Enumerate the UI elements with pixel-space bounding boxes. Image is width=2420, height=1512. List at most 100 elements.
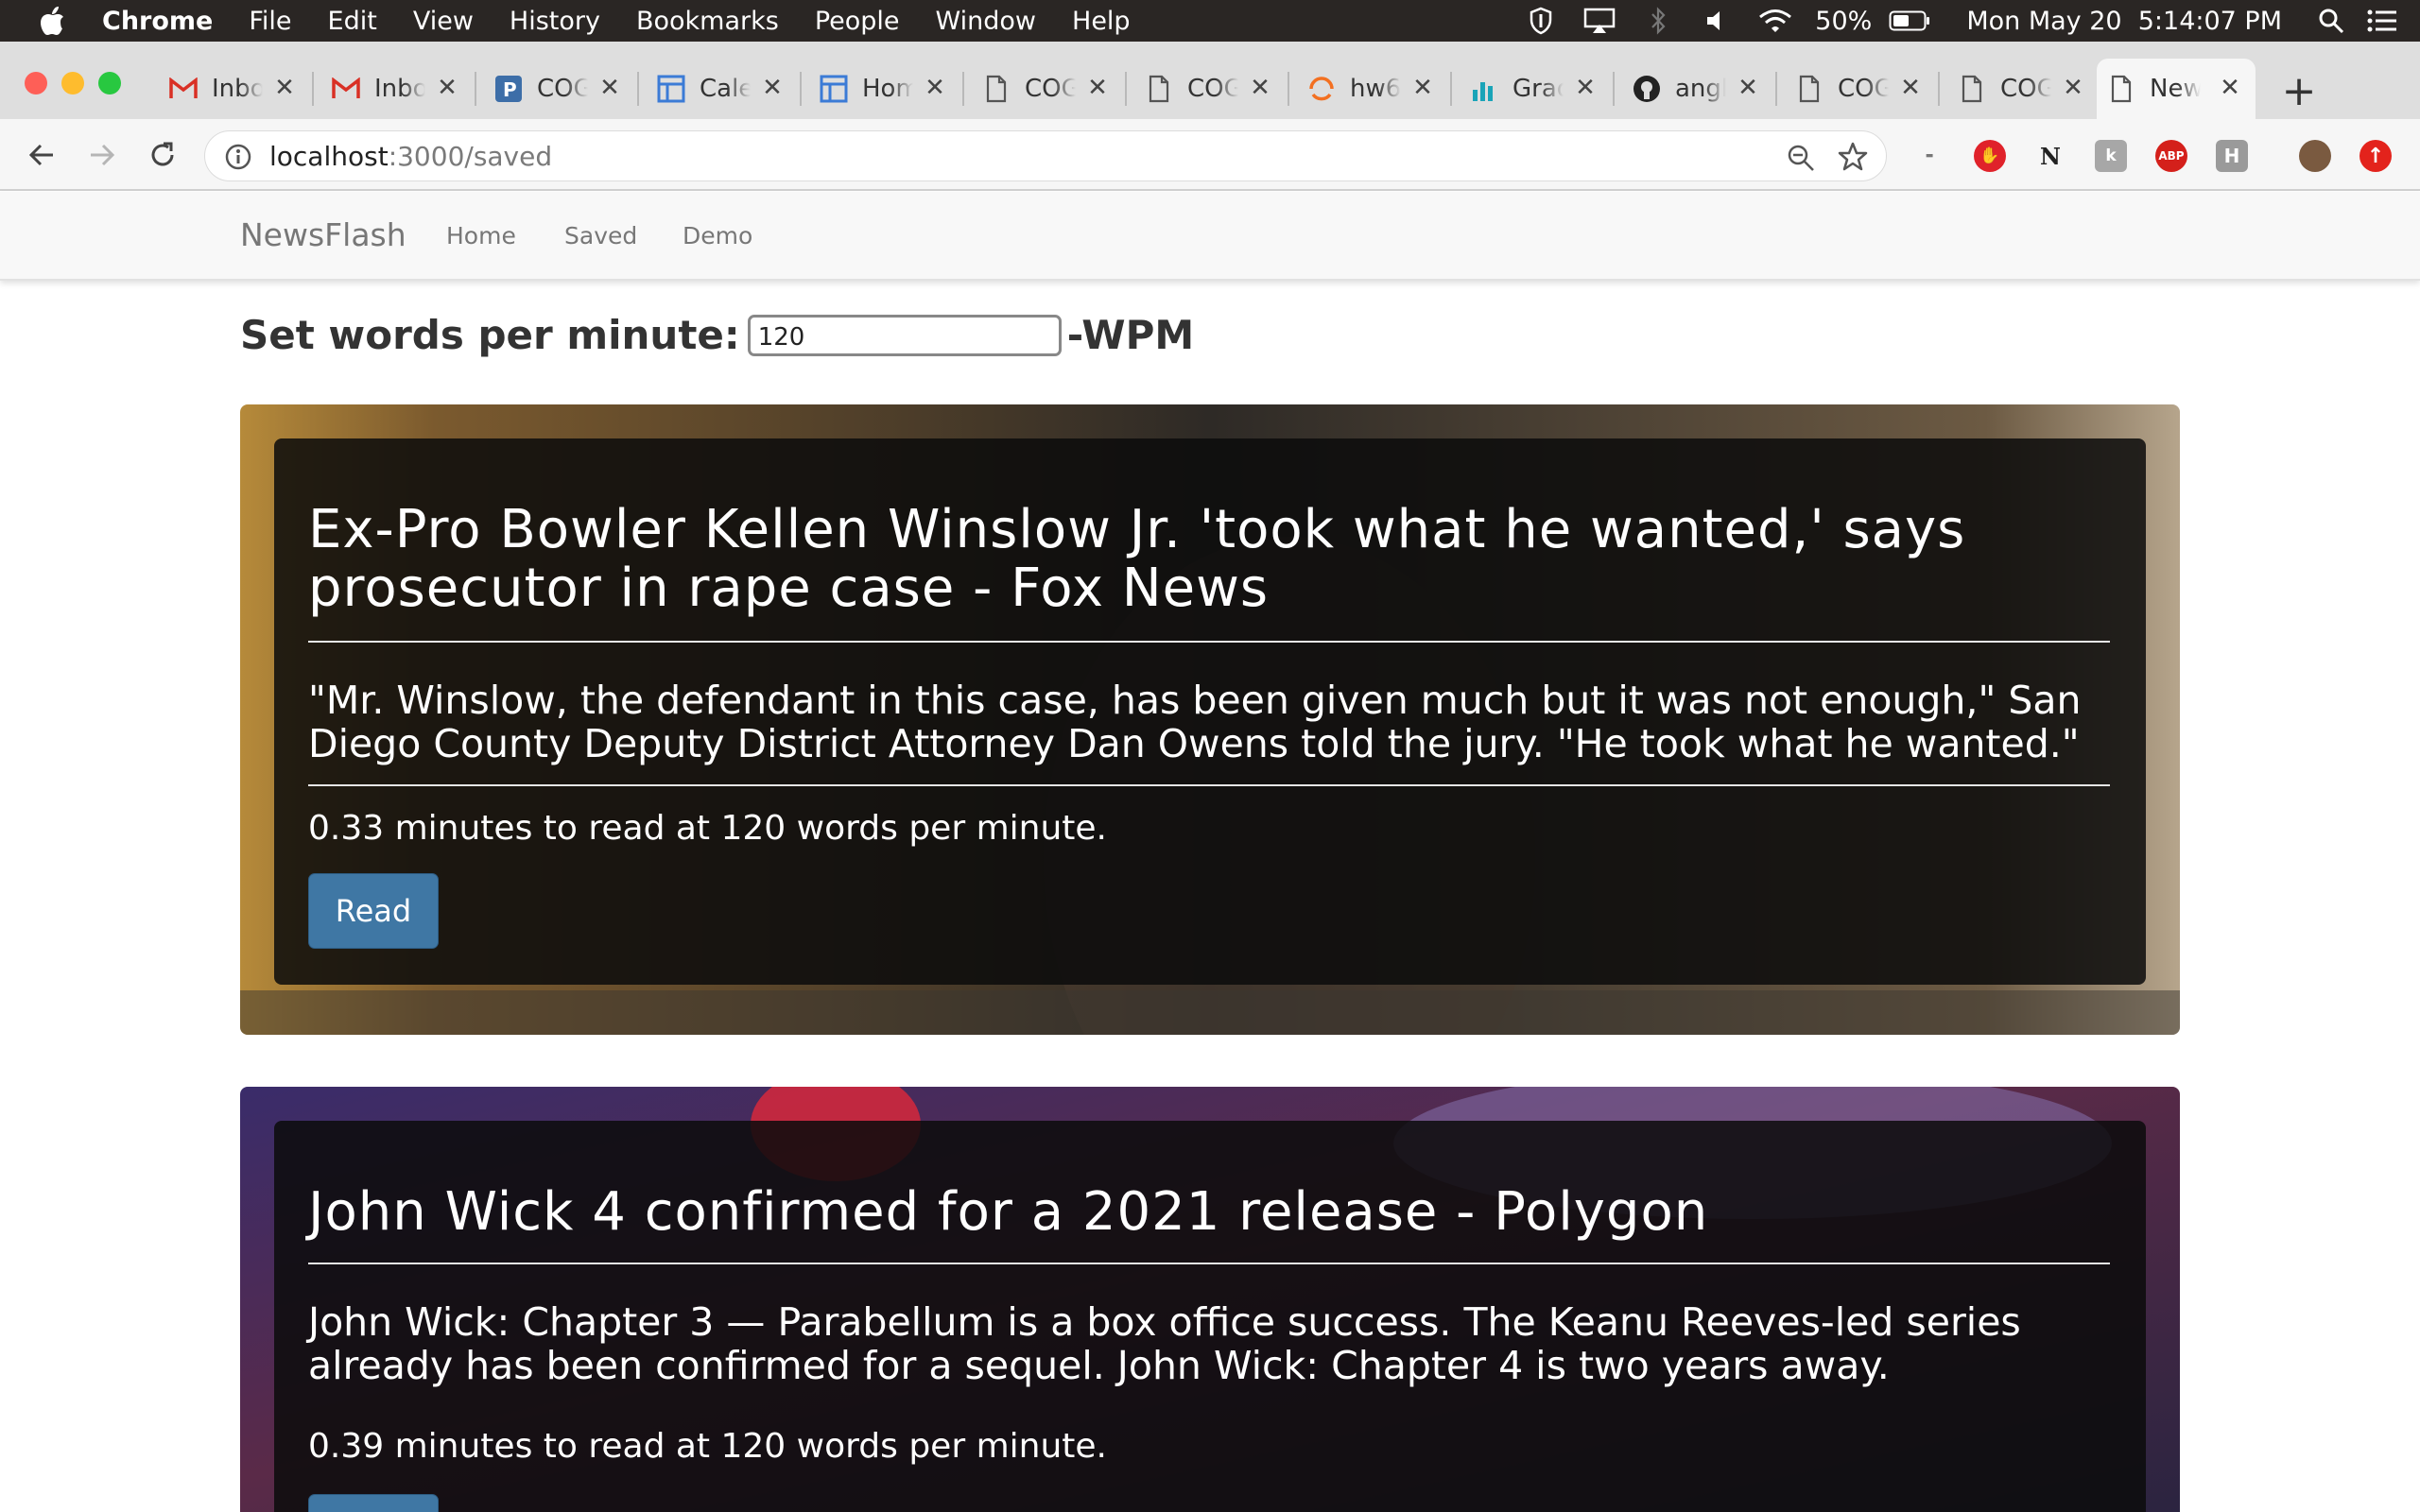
tab-inbox-1[interactable]: Inbox ✕ [159, 59, 310, 119]
nav-demo-link[interactable]: Demo [683, 222, 752, 249]
extension-h-icon[interactable]: H [2216, 140, 2248, 172]
apple-icon[interactable] [36, 6, 68, 36]
tab-github[interactable]: angl ✕ [1622, 59, 1773, 119]
bluetooth-icon[interactable] [1639, 0, 1677, 42]
divider [308, 641, 2110, 643]
tab-title: Calendar [700, 75, 751, 103]
url-host: localhost [269, 141, 389, 172]
tab-title: COG [537, 75, 588, 103]
wpm-setting: Set words per minute: -WPM [240, 312, 1194, 358]
forward-button[interactable] [81, 134, 123, 176]
clock[interactable]: Mon May 20 5:14:07 PM [1966, 7, 2282, 36]
window-close-button[interactable] [25, 72, 47, 94]
tab-cog-p[interactable]: P COG ✕ [484, 59, 635, 119]
update-arrow-icon[interactable]: ↑ [2360, 140, 2392, 172]
spotlight-search-icon[interactable] [2312, 0, 2350, 42]
tab-inbox-2[interactable]: Inbox ✕ [321, 59, 473, 119]
read-button[interactable]: Read [308, 1494, 439, 1512]
adblock-plus-icon[interactable]: ABP [2155, 140, 2187, 172]
nav-home-link[interactable]: Home [446, 222, 516, 249]
tab-home[interactable]: Home ✕ [809, 59, 960, 119]
wpm-label: Set words per minute: [240, 312, 740, 358]
menu-app-name[interactable]: Chrome [102, 7, 213, 36]
article-card: Ex-Pro Bowler Kellen Winslow Jr. 'took w… [240, 404, 2180, 1035]
menu-edit[interactable]: Edit [328, 7, 377, 36]
info-icon[interactable] [224, 143, 252, 171]
tab-title: Inbox [212, 75, 263, 103]
browser-toolbar: localhost:3000/saved ▬ ✋ N k ABP H ↑ [0, 119, 2420, 191]
document-icon [1794, 74, 1824, 104]
article-overlay: John Wick 4 confirmed for a 2021 release… [274, 1121, 2146, 1512]
wifi-icon[interactable] [1756, 0, 1794, 42]
gmail-icon [168, 74, 199, 104]
close-icon[interactable]: ✕ [1085, 74, 1110, 102]
tab-cog-doc-1[interactable]: COG ✕ [972, 59, 1123, 119]
read-button[interactable]: Read [308, 873, 439, 949]
menu-help[interactable]: Help [1072, 7, 1131, 36]
tab-calendar[interactable]: Calendar ✕ [647, 59, 798, 119]
document-icon [1957, 74, 1987, 104]
close-icon[interactable]: ✕ [1736, 74, 1760, 102]
article-description: "Mr. Winslow, the defendant in this case… [308, 678, 2082, 766]
menu-bookmarks[interactable]: Bookmarks [636, 7, 779, 36]
back-button[interactable] [21, 134, 62, 176]
close-icon[interactable]: ✕ [1573, 74, 1598, 102]
brand-logo[interactable]: NewsFlash [240, 216, 406, 253]
close-icon[interactable]: ✕ [2218, 74, 2242, 102]
url-text[interactable]: localhost:3000/saved [269, 141, 552, 172]
tab-grade[interactable]: Grade ✕ [1460, 59, 1611, 119]
close-icon[interactable]: ✕ [1410, 74, 1435, 102]
airplay-icon[interactable] [1581, 0, 1618, 42]
profile-avatar[interactable] [2299, 140, 2331, 172]
article-title: Ex-Pro Bowler Kellen Winslow Jr. 'took w… [308, 499, 1966, 619]
extension-hand-icon[interactable]: ✋ [1974, 140, 2006, 172]
article-card: John Wick 4 confirmed for a 2021 release… [240, 1087, 2180, 1512]
extension-small-icon[interactable]: ▬ [1913, 140, 1945, 172]
close-icon[interactable]: ✕ [435, 74, 459, 102]
read-time: 0.33 minutes to read at 120 words per mi… [308, 809, 1107, 848]
wpm-input[interactable] [747, 314, 1062, 356]
menu-window[interactable]: Window [936, 7, 1036, 36]
close-icon[interactable]: ✕ [272, 74, 297, 102]
volume-icon[interactable] [1698, 0, 1736, 42]
nav-saved-link[interactable]: Saved [564, 222, 637, 249]
tab-title: hw6 [1350, 75, 1401, 103]
close-icon[interactable]: ✕ [1248, 74, 1272, 102]
tab-cog-doc-3[interactable]: COG ✕ [1785, 59, 1936, 119]
macos-menu-bar: Chrome File Edit View History Bookmarks … [0, 0, 2420, 42]
extension-n-icon[interactable]: N [2034, 140, 2066, 172]
tab-hw6[interactable]: hw6 ✕ [1297, 59, 1448, 119]
close-icon[interactable]: ✕ [2061, 74, 2085, 102]
menu-people[interactable]: People [815, 7, 900, 36]
notification-center-icon[interactable] [2363, 0, 2401, 42]
document-icon [981, 74, 1011, 104]
extension-k-icon[interactable]: k [2095, 140, 2127, 172]
article-description: John Wick: Chapter 3 — Parabellum is a b… [308, 1299, 2021, 1388]
menu-file[interactable]: File [249, 7, 291, 36]
tab-title: COG [1025, 75, 1076, 103]
layout-icon [656, 74, 686, 104]
tab-cog-doc-4[interactable]: COG ✕ [1947, 59, 2099, 119]
read-time: 0.39 minutes to read at 120 words per mi… [308, 1427, 1107, 1466]
shield-icon[interactable] [1522, 0, 1560, 42]
tab-news-active[interactable]: News ✕ [2097, 59, 2256, 119]
divider [308, 1263, 2110, 1264]
tab-title: COG [2000, 75, 2051, 103]
reload-button[interactable] [142, 134, 183, 176]
bookmark-star-icon[interactable] [1837, 141, 1869, 173]
close-icon[interactable]: ✕ [1898, 74, 1923, 102]
window-maximize-button[interactable] [98, 72, 121, 94]
close-icon[interactable]: ✕ [923, 74, 947, 102]
zoom-icon[interactable] [1786, 143, 1816, 173]
address-bar[interactable]: localhost:3000/saved [204, 130, 1887, 181]
close-icon[interactable]: ✕ [597, 74, 622, 102]
close-icon[interactable]: ✕ [760, 74, 785, 102]
battery-icon[interactable] [1889, 0, 1930, 42]
window-minimize-button[interactable] [61, 72, 84, 94]
tab-title: News [2150, 75, 2201, 103]
battery-percent: 50% [1815, 6, 1873, 36]
tab-cog-doc-2[interactable]: COG ✕ [1134, 59, 1286, 119]
new-tab-button[interactable]: + [2278, 67, 2320, 115]
menu-view[interactable]: View [413, 7, 474, 36]
menu-history[interactable]: History [510, 7, 600, 36]
